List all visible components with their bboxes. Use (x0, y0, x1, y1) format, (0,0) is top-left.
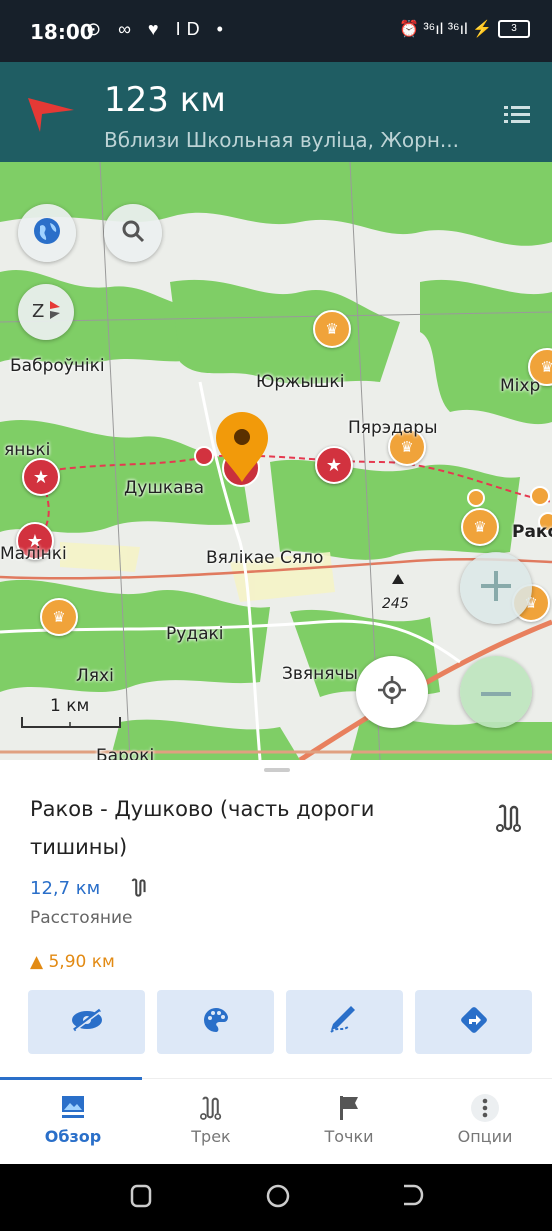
direction-arrow-icon (28, 98, 76, 137)
svg-text:Z: Z (32, 301, 44, 322)
edit-icon (329, 1005, 361, 1039)
compass-icon: Z (30, 295, 62, 330)
place-label: Звянячы (282, 664, 358, 684)
navigate-button[interactable] (415, 990, 532, 1054)
search-button[interactable] (104, 204, 162, 262)
zoom-out-button[interactable] (460, 656, 532, 728)
home-icon[interactable] (266, 1184, 290, 1213)
place-label: Малінкі (0, 544, 67, 564)
recent-apps-icon[interactable] (130, 1184, 152, 1213)
bottom-tab-bar: Обзор Трек Точки Опции (0, 1077, 552, 1165)
distance-label: Расстояние (30, 908, 133, 928)
edit-track-button[interactable] (286, 990, 403, 1054)
search-icon (120, 218, 146, 249)
tab-label: Трек (191, 1127, 231, 1146)
poi-basket-icon[interactable]: ♛ (461, 508, 499, 546)
system-navigation-bar (0, 1164, 552, 1231)
signal-icons: ⏰ ³⁶ıl ³⁶ıl ⚡ (398, 21, 492, 38)
compass-button[interactable]: Z (18, 284, 74, 340)
globe-icon (33, 217, 61, 250)
my-location-icon (378, 675, 406, 709)
map-scale: 1 км (20, 696, 130, 734)
flag-icon (280, 1089, 418, 1127)
poi-star-icon[interactable]: ★ (315, 446, 353, 484)
map-view[interactable]: ★ ★ ★ ♛ ♛ ♛ ♛ ♛ ♛ Баброўнікі Юржышкі Міх… (0, 162, 552, 760)
place-label: Вялікае Сяло (206, 548, 324, 568)
status-bar: 18:00 ⊙ ∞ ♥ ID • ⏰ ³⁶ıl ³⁶ıl ⚡ 3 (0, 0, 552, 62)
place-label: Міхр (500, 376, 541, 396)
scale-bar-icon (21, 717, 121, 728)
status-right: ⏰ ³⁶ıl ³⁶ıl ⚡ 3 (399, 19, 530, 39)
place-label: Ляхі (76, 666, 114, 686)
track-distance: 12,7 км (30, 878, 101, 899)
tab-options[interactable]: Опции (416, 1089, 552, 1146)
layers-button[interactable] (18, 204, 76, 262)
track-icon (496, 804, 522, 837)
poi-star-icon[interactable]: ★ (22, 458, 60, 496)
overview-icon (4, 1089, 142, 1127)
navigate-icon (460, 1006, 488, 1039)
tab-label: Обзор (44, 1127, 102, 1146)
active-tab-indicator (0, 1077, 142, 1080)
minus-icon (481, 683, 511, 701)
hide-track-button[interactable] (28, 990, 145, 1054)
location-pin-icon[interactable] (214, 410, 270, 489)
track-details-sheet[interactable]: Раков - Душково (часть дороги тишины) 12… (0, 760, 552, 1078)
back-icon[interactable] (400, 1184, 424, 1211)
tab-points[interactable]: Точки (280, 1089, 418, 1146)
track-icon (142, 1089, 280, 1127)
tab-track[interactable]: Трек (142, 1089, 280, 1146)
elevation-value: ▲ 5,90 км (30, 952, 115, 972)
track-small-icon (130, 878, 148, 903)
track-title: Раков - Душково (часть дороги тишины) (30, 797, 375, 859)
battery-icon: 3 (498, 20, 530, 38)
poi-basket-icon[interactable]: ♛ (40, 598, 78, 636)
place-label: Барокі (96, 746, 155, 760)
sheet-handle[interactable] (264, 768, 290, 772)
palette-icon (202, 1006, 230, 1039)
place-label: 245 (382, 596, 409, 612)
action-buttons (28, 990, 532, 1054)
current-address: Вблизи Школьная вуліца, Жорн... (104, 128, 459, 152)
notification-icons: ⊙ ∞ ♥ ID • (86, 19, 229, 39)
place-label: Пярэдары (348, 418, 438, 438)
place-label: Раком (512, 522, 552, 542)
tab-overview[interactable]: Обзор (4, 1089, 142, 1146)
scale-label: 1 км (50, 696, 90, 716)
tab-label: Точки (324, 1127, 374, 1146)
place-label: Рудакі (166, 624, 224, 644)
plus-icon (481, 570, 511, 606)
color-button[interactable] (157, 990, 274, 1054)
more-icon (416, 1089, 552, 1127)
place-label: янькі (4, 440, 51, 460)
remaining-distance: 123 км (104, 80, 226, 120)
place-label: Юржышкі (256, 372, 345, 392)
poi-basket-icon[interactable]: ♛ (313, 310, 351, 348)
navigation-header[interactable]: 123 км Вблизи Школьная вуліца, Жорн... (0, 62, 552, 162)
hide-icon (70, 1008, 104, 1037)
status-time: 18:00 (30, 20, 94, 44)
tab-label: Опции (457, 1127, 513, 1146)
list-menu-icon[interactable] (504, 104, 530, 129)
place-label: Баброўнікі (10, 356, 105, 376)
zoom-in-button[interactable] (460, 552, 532, 624)
my-location-button[interactable] (356, 656, 428, 728)
place-label: Душкава (124, 478, 205, 498)
